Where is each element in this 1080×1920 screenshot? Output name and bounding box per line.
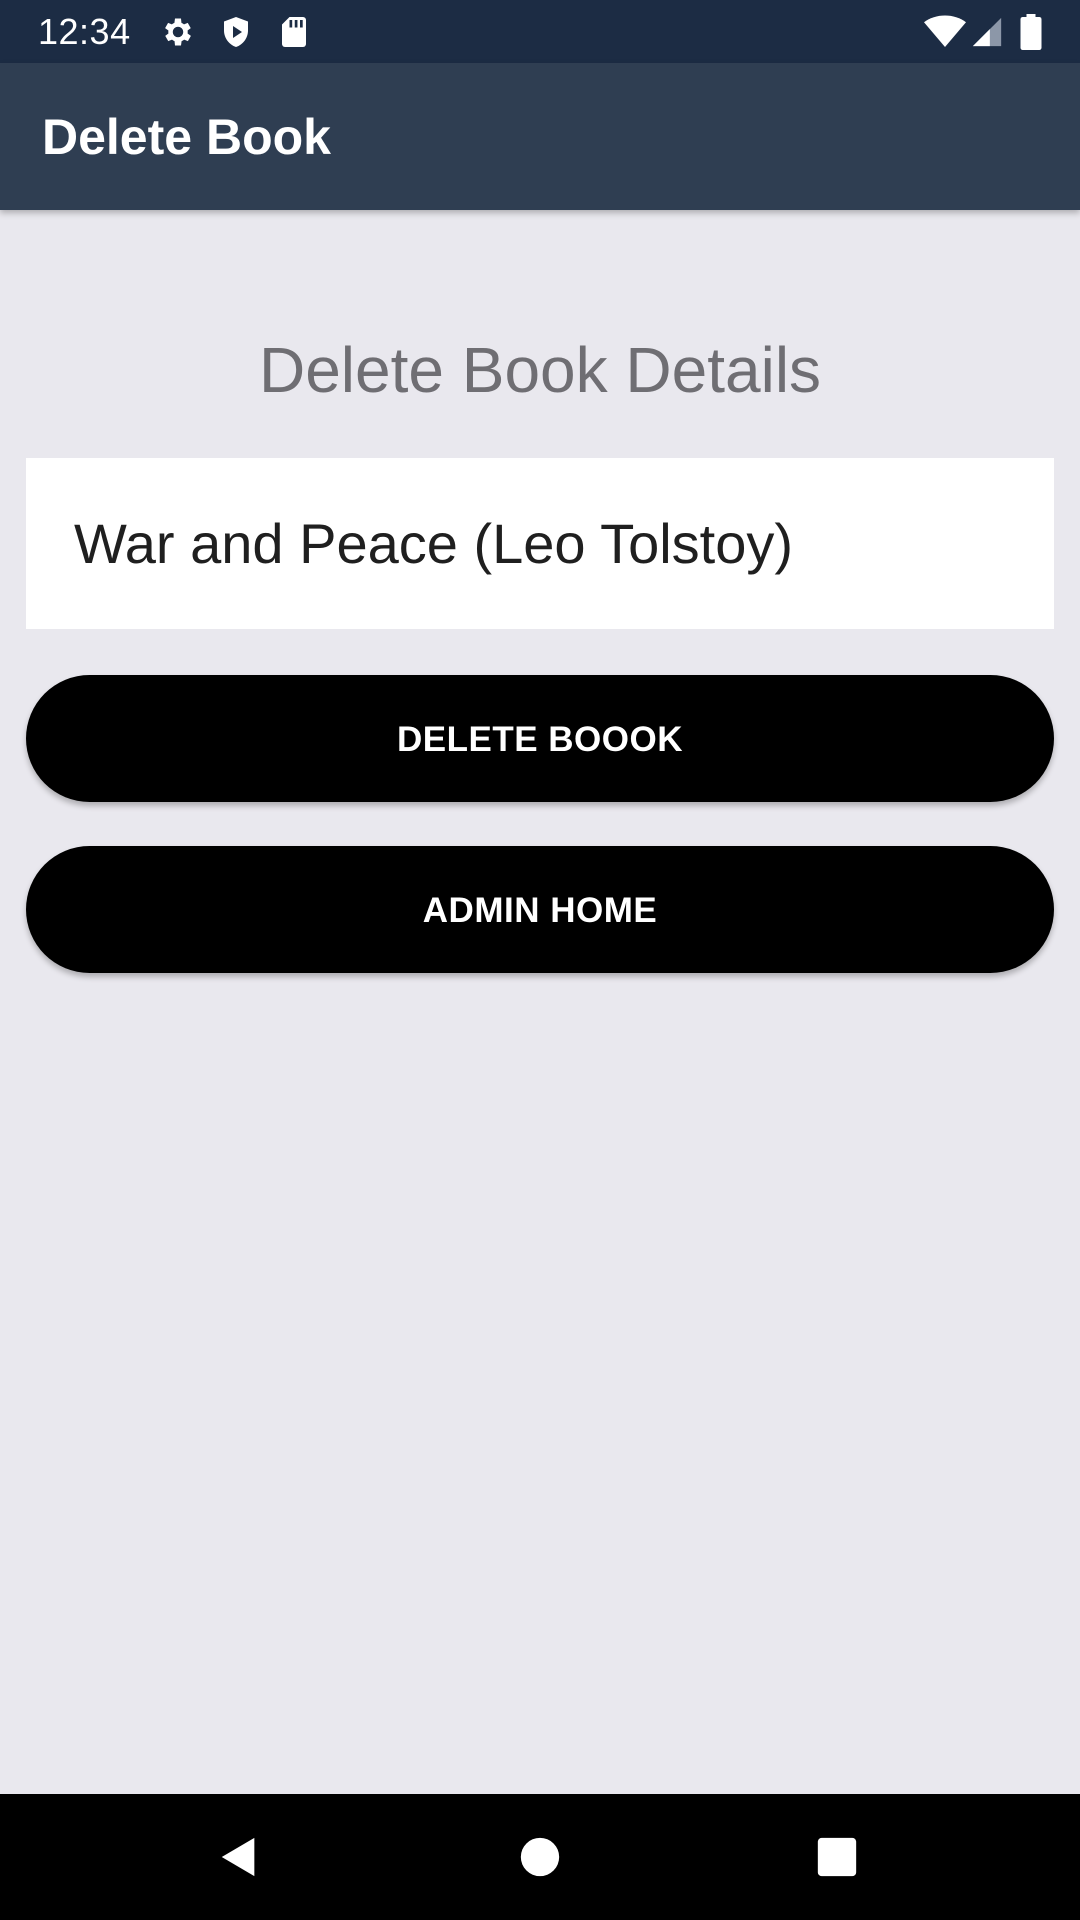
section-heading: Delete Book Details — [258, 334, 822, 406]
status-bar: 12:34 — [0, 0, 1080, 63]
recents-icon[interactable] — [814, 1834, 860, 1880]
page-title: Delete Book — [42, 109, 331, 165]
battery-icon — [1020, 14, 1042, 50]
shield-icon — [224, 17, 248, 47]
wifi-icon — [924, 15, 966, 47]
main-content: Delete Book Details War and Peace (Leo T… — [0, 210, 1080, 1794]
gear-icon — [165, 18, 191, 46]
sd-card-icon — [282, 17, 306, 47]
back-icon[interactable] — [216, 1834, 262, 1880]
navigation-bar — [0, 1794, 1080, 1920]
status-time: 12:34 — [38, 11, 131, 52]
home-icon[interactable] — [517, 1834, 563, 1880]
app-bar: Delete Book — [0, 63, 1080, 210]
signal-icon — [972, 17, 1002, 47]
book-selector-value: War and Peace (Leo Tolstoy) — [74, 512, 794, 575]
delete-book-button[interactable]: DELETE BOOOK — [26, 675, 1054, 802]
admin-home-button[interactable]: ADMIN HOME — [26, 846, 1054, 973]
book-selector[interactable]: War and Peace (Leo Tolstoy) — [26, 458, 1054, 629]
